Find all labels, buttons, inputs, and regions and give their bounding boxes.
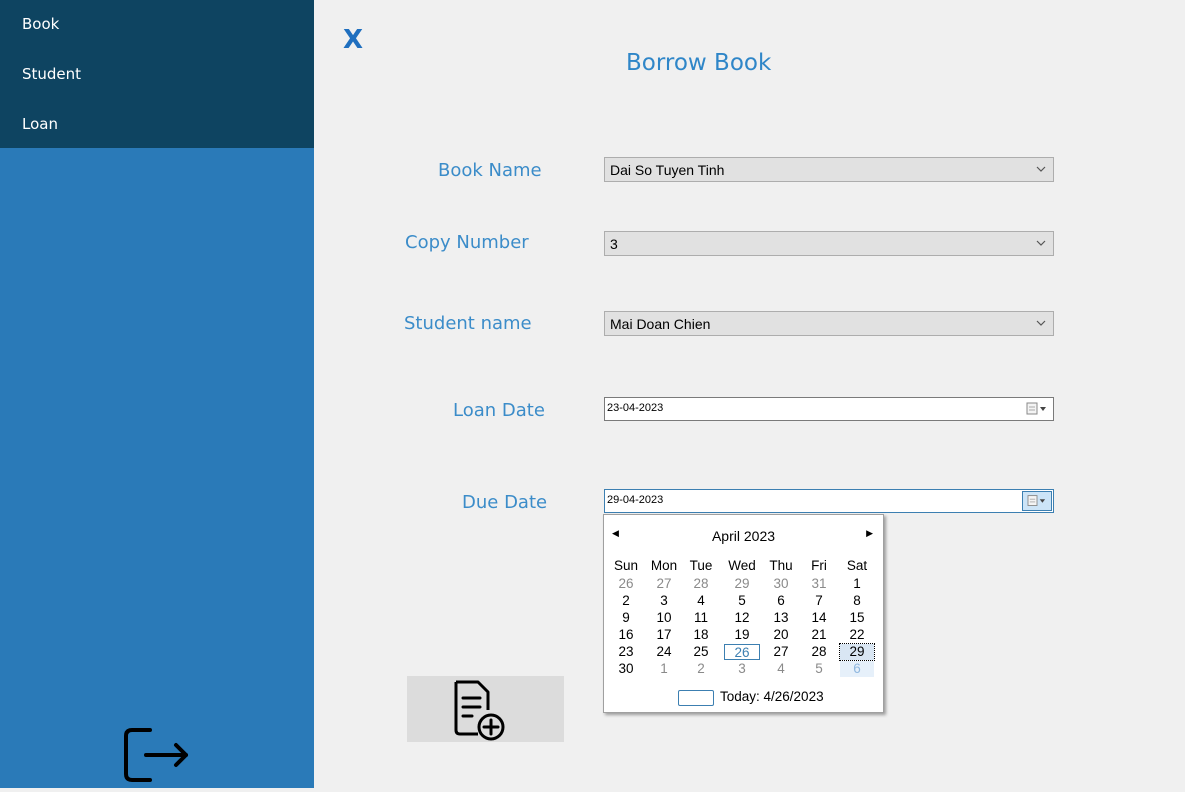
calendar-day[interactable]: 1 xyxy=(840,576,874,592)
calendar-day[interactable]: 11 xyxy=(684,610,718,626)
today-link[interactable]: Today: 4/26/2023 xyxy=(720,689,824,704)
weekday-header: Thu xyxy=(769,558,793,573)
calendar-day[interactable]: 3 xyxy=(647,593,681,609)
calendar-day[interactable]: 25 xyxy=(684,644,718,660)
calendar-day[interactable]: 27 xyxy=(764,644,798,660)
calendar-day[interactable]: 22 xyxy=(840,627,874,643)
calendar-day[interactable]: 17 xyxy=(647,627,681,643)
calendar-day[interactable]: 14 xyxy=(802,610,836,626)
calendar-day[interactable]: 29 xyxy=(725,576,759,592)
student-name-select[interactable]: Mai Doan Chien xyxy=(604,311,1054,336)
close-button[interactable]: X xyxy=(343,25,363,55)
today-marker xyxy=(678,690,714,706)
calendar-day[interactable]: 5 xyxy=(802,661,836,677)
calendar-day[interactable]: 31 xyxy=(802,576,836,592)
weekday-header: Sat xyxy=(846,558,868,573)
loan-date-label: Loan Date xyxy=(453,400,545,421)
calendar-day[interactable]: 24 xyxy=(647,644,681,660)
chevron-down-icon xyxy=(1036,240,1046,246)
copy-number-label: Copy Number xyxy=(405,232,529,253)
calendar-day[interactable]: 9 xyxy=(609,610,643,626)
calendar-day[interactable]: 15 xyxy=(840,610,874,626)
calendar-day[interactable]: 12 xyxy=(725,610,759,626)
sidebar-item-loan[interactable]: Loan xyxy=(22,115,58,133)
calendar-dropdown-icon[interactable] xyxy=(1024,400,1050,418)
due-date-label: Due Date xyxy=(462,492,548,513)
chevron-down-icon xyxy=(1036,166,1046,172)
calendar-day[interactable]: 4 xyxy=(764,661,798,677)
weekday-header: Fri xyxy=(811,558,827,573)
student-name-value: Mai Doan Chien xyxy=(610,316,711,332)
copy-number-value: 3 xyxy=(610,236,618,252)
calendar-day[interactable]: 27 xyxy=(647,576,681,592)
calendar-day[interactable]: 29 xyxy=(839,643,875,661)
calendar-day[interactable]: 28 xyxy=(684,576,718,592)
calendar-dropdown-icon[interactable] xyxy=(1022,491,1052,511)
borrow-button[interactable] xyxy=(407,676,564,742)
calendar-day[interactable]: 20 xyxy=(764,627,798,643)
calendar-day[interactable]: 26 xyxy=(609,576,643,592)
weekday-header: Tue xyxy=(689,558,713,573)
calendar-day[interactable]: 7 xyxy=(802,593,836,609)
calendar-day[interactable]: 2 xyxy=(609,593,643,609)
chevron-down-icon xyxy=(1036,320,1046,326)
calendar-day[interactable]: 2 xyxy=(684,661,718,677)
book-name-label: Book Name xyxy=(438,160,542,181)
copy-number-select[interactable]: 3 xyxy=(604,231,1054,256)
logout-icon xyxy=(124,728,188,782)
due-date-picker[interactable]: 29-04-2023 xyxy=(604,489,1054,513)
calendar-day[interactable]: 28 xyxy=(802,644,836,660)
book-name-value: Dai So Tuyen Tinh xyxy=(610,162,725,178)
loan-date-value: 23-04-2023 xyxy=(607,402,664,414)
document-add-icon xyxy=(454,680,505,741)
loan-date-picker[interactable]: 23-04-2023 xyxy=(604,397,1054,421)
calendar-day[interactable]: 18 xyxy=(684,627,718,643)
student-name-label: Student name xyxy=(404,313,532,334)
weekday-header: Wed xyxy=(728,558,756,573)
logout-button[interactable] xyxy=(122,722,194,788)
calendar-day[interactable]: 10 xyxy=(647,610,681,626)
page-title: Borrow Book xyxy=(626,50,772,76)
calendar-day[interactable]: 3 xyxy=(725,661,759,677)
calendar-day[interactable]: 26 xyxy=(724,644,760,660)
calendar-day[interactable]: 21 xyxy=(802,627,836,643)
calendar-day[interactable]: 23 xyxy=(609,644,643,660)
calendar-day[interactable]: 6 xyxy=(840,661,874,677)
calendar-day[interactable]: 6 xyxy=(764,593,798,609)
calendar-day[interactable]: 30 xyxy=(764,576,798,592)
book-name-select[interactable]: Dai So Tuyen Tinh xyxy=(604,157,1054,182)
calendar-month-title[interactable]: April 2023 xyxy=(604,528,883,544)
calendar-day[interactable]: 13 xyxy=(764,610,798,626)
sidebar-menu: Book Student Loan xyxy=(0,0,314,148)
weekday-header: Sun xyxy=(613,558,639,573)
calendar-day[interactable]: 5 xyxy=(725,593,759,609)
sidebar-item-book[interactable]: Book xyxy=(22,15,59,33)
calendar-day[interactable]: 16 xyxy=(609,627,643,643)
weekday-header: Mon xyxy=(650,558,678,573)
calendar-day[interactable]: 8 xyxy=(840,593,874,609)
calendar-day[interactable]: 4 xyxy=(684,593,718,609)
calendar-day[interactable]: 1 xyxy=(647,661,681,677)
calendar-day[interactable]: 30 xyxy=(609,661,643,677)
calendar-popup: ◀ April 2023 ▶ Sun Mon Tue Wed Thu Fri S… xyxy=(603,514,884,713)
sidebar-item-student[interactable]: Student xyxy=(22,65,81,83)
due-date-value: 29-04-2023 xyxy=(607,494,664,506)
sidebar: Book Student Loan xyxy=(0,0,314,788)
next-month-button[interactable]: ▶ xyxy=(866,528,873,539)
calendar-day[interactable]: 19 xyxy=(725,627,759,643)
